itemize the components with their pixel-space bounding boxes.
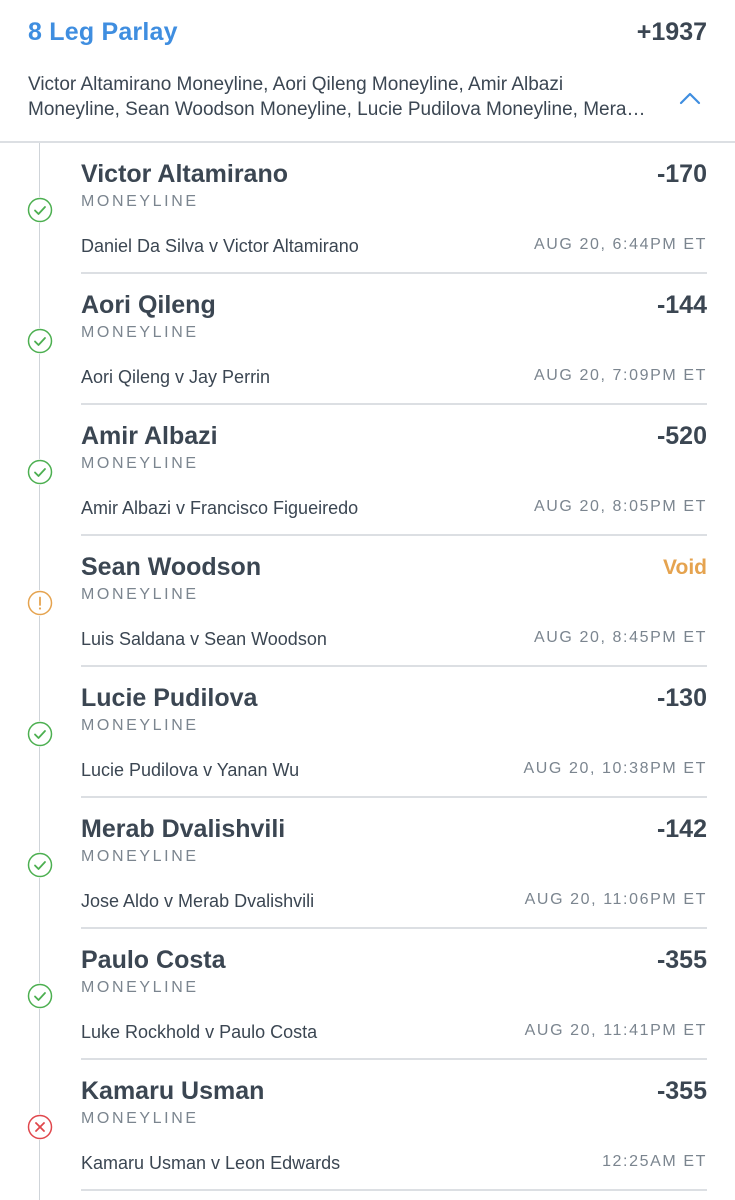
leg-matchup: Amir Albazi v Francisco Figueiredo <box>81 498 359 518</box>
checkmark-circle-icon <box>27 721 53 747</box>
leg-event-time: AUG 20, 8:05PM ET <box>533 498 707 515</box>
leg-market-type: MONEYLINE <box>81 455 199 472</box>
checkmark-circle-icon <box>27 459 53 485</box>
leg-event-time: AUG 20, 8:45PM ET <box>533 629 707 646</box>
leg-selection-name: Aori Qileng <box>81 291 216 319</box>
row-divider <box>81 1189 707 1191</box>
leg-matchup: Luis Saldana v Sean Woodson <box>81 629 327 649</box>
leg-market-type: MONEYLINE <box>81 324 199 341</box>
leg-odds: -520 <box>656 422 707 450</box>
leg-selection-name: Kamaru Usman <box>81 1077 265 1105</box>
leg-selection-name: Amir Albazi <box>81 422 218 450</box>
x-circle-icon <box>27 1114 53 1140</box>
leg-selection-name: Paulo Costa <box>81 946 226 974</box>
leg-matchup: Lucie Pudilova v Yanan Wu <box>81 760 300 780</box>
leg-event-time: AUG 20, 6:44PM ET <box>533 236 707 253</box>
leg-event-time: AUG 20, 7:09PM ET <box>533 367 707 384</box>
parlay-leg-row[interactable]: Lucie Pudilova -130 MONEYLINE Lucie Pudilov… <box>0 667 735 798</box>
leg-selection-name: Victor Altamirano <box>81 160 288 188</box>
leg-odds: Void <box>663 556 707 579</box>
leg-event-time: AUG 20, 11:41PM ET <box>524 1022 707 1039</box>
leg-matchup: Luke Rockhold v Paulo Costa <box>81 1022 318 1042</box>
checkmark-circle-icon <box>27 983 53 1009</box>
leg-matchup: Kamaru Usman v Leon Edwards <box>81 1153 341 1173</box>
parlay-leg-row[interactable]: Merab Dvalishvili -142 MONEYLINE Jose Aldo … <box>0 798 735 929</box>
leg-odds: -170 <box>656 160 707 188</box>
leg-event-time: AUG 20, 10:38PM ET <box>523 760 707 777</box>
leg-market-type: MONEYLINE <box>81 979 199 996</box>
checkmark-circle-icon <box>27 328 53 354</box>
parlay-leg-row[interactable]: Amir Albazi -520 MONEYLINE Amir Albazi v Fr… <box>0 405 735 536</box>
leg-market-type: MONEYLINE <box>81 193 199 210</box>
parlay-odds: +1937 <box>636 18 707 46</box>
leg-selection-name: Merab Dvalishvili <box>81 815 286 843</box>
leg-odds: -355 <box>656 1077 707 1105</box>
leg-selection-name: Sean Woodson <box>81 553 262 581</box>
leg-selection-name: Lucie Pudilova <box>81 684 258 712</box>
collapse-toggle-button[interactable] <box>673 84 707 112</box>
checkmark-circle-icon <box>27 197 53 223</box>
leg-market-type: MONEYLINE <box>81 717 199 734</box>
parlay-header[interactable]: 8 Leg Parlay +1937 Victor Altamirano Mon… <box>0 0 735 143</box>
checkmark-circle-icon <box>27 852 53 878</box>
leg-event-time: AUG 20, 11:06PM ET <box>524 891 707 908</box>
leg-odds: -144 <box>656 291 707 319</box>
leg-matchup: Jose Aldo v Merab Dvalishvili <box>81 891 315 911</box>
parlay-leg-row[interactable]: Sean Woodson Void MONEYLINE Luis Saldana v … <box>0 536 735 667</box>
parlay-leg-row[interactable]: Aori Qileng -144 MONEYLINE Aori Qileng v Ja… <box>0 274 735 405</box>
parlay-legs-summary: Victor Altamirano Moneyline, Aori Qileng… <box>28 74 638 120</box>
leg-odds: -355 <box>656 946 707 974</box>
leg-market-type: MONEYLINE <box>81 586 199 603</box>
parlay-title: 8 Leg Parlay <box>28 18 178 46</box>
exclamation-circle-icon <box>27 590 53 616</box>
leg-market-type: MONEYLINE <box>81 848 199 865</box>
parlay-leg-row[interactable]: Paulo Costa -355 MONEYLINE Luke Rockhold v … <box>0 929 735 1060</box>
leg-matchup: Daniel Da Silva v Victor Altamirano <box>81 236 359 256</box>
leg-matchup: Aori Qileng v Jay Perrin <box>81 367 271 387</box>
leg-market-type: MONEYLINE <box>81 1110 199 1127</box>
chevron-up-icon <box>679 92 701 105</box>
parlay-leg-row[interactable]: Victor Altamirano -170 MONEYLINE Daniel Da … <box>0 143 735 274</box>
leg-odds: -130 <box>656 684 707 712</box>
leg-event-time: 12:25AM ET <box>602 1153 707 1170</box>
leg-odds: -142 <box>656 815 707 843</box>
parlay-leg-row[interactable]: Kamaru Usman -355 MONEYLINE Kamaru Usman v … <box>0 1060 735 1191</box>
